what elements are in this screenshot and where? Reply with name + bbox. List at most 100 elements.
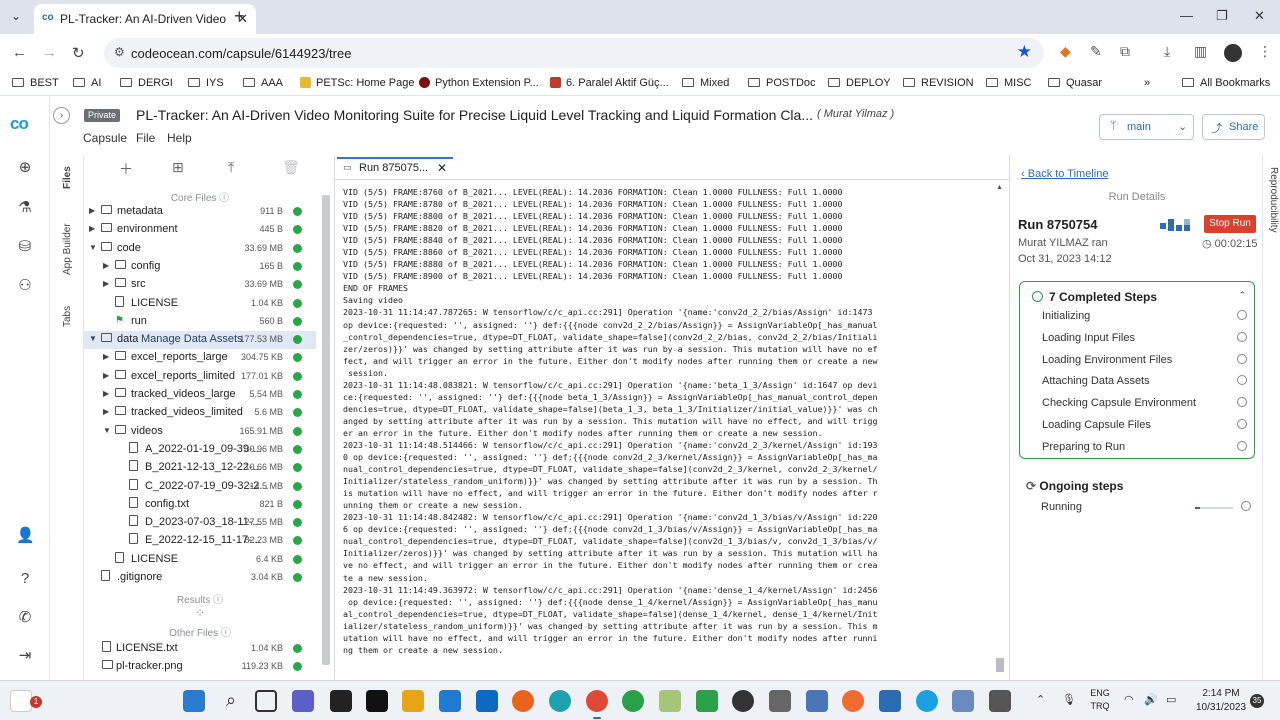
file-tree-row[interactable]: ▶ tracked_videos_limited 5.6 MB	[84, 404, 316, 422]
security-icon[interactable]	[879, 690, 901, 712]
all-bookmarks[interactable]: All Bookmarks	[1182, 77, 1270, 89]
caret-right-icon[interactable]: ▶	[103, 389, 109, 398]
metamask-icon[interactable]: ◆	[1060, 43, 1071, 60]
chat-app-icon[interactable]	[916, 690, 938, 712]
postman-icon[interactable]	[842, 690, 864, 712]
photos-icon[interactable]	[952, 690, 974, 712]
tab-search-button[interactable]: ⌄	[8, 9, 24, 25]
menu-help[interactable]: Help	[167, 131, 192, 145]
file-tree-row[interactable]: D_2023-07-03_18-11-... 27.55 MB	[84, 514, 316, 532]
menu-file[interactable]: File	[136, 131, 155, 145]
logout-icon[interactable]: ⇥	[16, 646, 34, 664]
browser-tab[interactable]: co PL-Tracker: An AI-Driven Video ✕	[34, 4, 256, 34]
forward-arrow-icon[interactable]: →	[42, 44, 57, 61]
info-icon[interactable]	[1237, 397, 1247, 408]
search-icon[interactable]: ⌕	[220, 690, 242, 712]
caret-right-icon[interactable]: ▶	[103, 371, 109, 380]
file-explorer-icon[interactable]	[402, 690, 424, 712]
chrome-dev-icon[interactable]	[622, 690, 644, 712]
bookmark-item[interactable]: MISC	[986, 77, 1032, 89]
file-tree-row[interactable]: ▶ tracked_videos_large 5.54 MB	[84, 386, 316, 404]
input-language[interactable]: ENG TRQ	[1088, 687, 1112, 713]
cmd-icon[interactable]	[366, 690, 388, 712]
info-icon[interactable]	[1237, 353, 1247, 364]
site-info-icon[interactable]: ⚙	[114, 45, 125, 59]
battery-icon[interactable]: ▭	[1166, 693, 1176, 706]
caret-right-icon[interactable]: ▶	[103, 352, 109, 361]
menu-capsule[interactable]: Capsule	[83, 131, 127, 145]
volume-icon[interactable]: 🔊	[1144, 693, 1158, 706]
terminal-app-icon[interactable]	[330, 690, 352, 712]
log-scroll-thumb[interactable]	[996, 658, 1004, 672]
wifi-icon[interactable]: ◠	[1124, 693, 1134, 706]
file-tree-row[interactable]: ▼ code 33.69 MB	[84, 240, 316, 258]
data-assets-icon[interactable]: ⛁	[16, 237, 34, 255]
bookmark-item[interactable]: Mixed	[682, 77, 729, 89]
info-icon[interactable]	[1237, 375, 1247, 386]
file-tree-row[interactable]: LICENSE 1.04 KB	[84, 295, 316, 313]
new-file-icon[interactable]: ＋	[119, 159, 133, 179]
minimize-icon[interactable]: —	[1180, 8, 1193, 23]
manage-data-assets-link[interactable]: Manage Data Assets	[141, 333, 243, 345]
run-log-tab[interactable]: ▭ Run 875075... ✕	[337, 157, 453, 177]
media-icon[interactable]	[769, 690, 791, 712]
edge-icon[interactable]	[549, 690, 571, 712]
reload-icon[interactable]: ↻	[72, 44, 85, 62]
address-bar[interactable]: ⚙ codeocean.com/capsule/6144923/tree ★	[104, 38, 1044, 68]
models-icon[interactable]: ⚇	[16, 276, 34, 294]
file-tree-row[interactable]: ▶ src 33.69 MB	[84, 276, 316, 294]
new-folder-icon[interactable]: ⊞	[172, 159, 184, 176]
caret-right-icon[interactable]: ▶	[89, 206, 95, 215]
back-to-timeline-link[interactable]: ‹ Back to Timeline	[1021, 168, 1108, 180]
caret-right-icon[interactable]: ▶	[89, 224, 95, 233]
file-tree-row[interactable]: LICENSE 6.4 KB	[84, 551, 316, 569]
file-tree-scrollbar[interactable]	[322, 195, 330, 665]
close-tab-icon[interactable]: ✕	[437, 161, 447, 175]
bookmark-item[interactable]: 6. Paralel Aktif Güç...	[550, 77, 669, 89]
clock-app-icon[interactable]	[732, 690, 754, 712]
share-button[interactable]: ⤴ Share	[1202, 114, 1265, 140]
caret-down-icon[interactable]: ▼	[89, 243, 97, 252]
file-tree-row[interactable]: LICENSE.txt 1.04 KB	[84, 640, 316, 658]
chrome-icon[interactable]	[586, 690, 608, 719]
log-scrollbar[interactable]: ▲	[995, 184, 1005, 672]
info-icon[interactable]	[1237, 419, 1247, 429]
info-icon[interactable]	[1237, 310, 1247, 320]
new-tab-button[interactable]: +	[234, 6, 245, 27]
start-icon[interactable]	[183, 690, 205, 712]
bookmark-star-icon[interactable]: ★	[1017, 42, 1032, 62]
widgets-icon[interactable]: 1	[10, 690, 42, 712]
caret-right-icon[interactable]: ▶	[103, 261, 109, 270]
bookmark-item[interactable]: IYS	[188, 77, 224, 89]
powershell-icon[interactable]	[806, 690, 828, 712]
codeocean-logo[interactable]: co	[10, 114, 29, 134]
task-view-icon[interactable]	[255, 690, 277, 712]
browser-menu-icon[interactable]: ⋮	[1258, 43, 1272, 60]
bookmark-item[interactable]: PETSc: Home Page	[300, 77, 414, 89]
file-tree-row[interactable]: ⚑ run 560 B	[84, 313, 316, 331]
vscode-icon[interactable]	[439, 690, 461, 712]
maximize-icon[interactable]: ❐	[1216, 8, 1228, 24]
tab-tabs[interactable]: Tabs	[62, 306, 73, 327]
bookmark-item[interactable]: DERGI	[120, 77, 173, 89]
more-bookmarks-icon[interactable]: »	[1144, 77, 1150, 89]
teams-icon[interactable]	[292, 690, 314, 712]
info-icon[interactable]	[1241, 501, 1251, 511]
download-icon[interactable]: ⤓	[1164, 43, 1170, 60]
tab-app-builder[interactable]: App Builder	[62, 223, 73, 275]
caret-down-icon[interactable]: ▼	[103, 426, 111, 435]
notifications-badge[interactable]: 35	[1250, 694, 1264, 708]
collapse-sidebar-icon[interactable]: ›	[53, 107, 70, 124]
file-tree-row[interactable]: A_2022-01-19_09-39-... 30.96 MB	[84, 441, 316, 459]
file-tree-row[interactable]: ▶ config 165 B	[84, 258, 316, 276]
delete-icon[interactable]: 🗑	[282, 159, 300, 176]
file-tree-row[interactable]: ▶ environment 445 B	[84, 221, 316, 239]
reproducibility-tab[interactable]: Reproducibility	[1262, 155, 1280, 680]
pen-extension-icon[interactable]: ✎	[1090, 43, 1102, 60]
file-tree-row[interactable]: pl-tracker.png 119.23 KB	[84, 658, 316, 676]
system-clock[interactable]: 2:14 PM 10/31/2023	[1196, 687, 1246, 715]
capsules-icon[interactable]: ⚗	[16, 198, 34, 216]
help-icon[interactable]: ?	[16, 570, 34, 588]
file-tree-row[interactable]: B_2021-12-13_12-22-... 10.66 MB	[84, 459, 316, 477]
bookmark-item[interactable]: AAA	[243, 77, 283, 89]
